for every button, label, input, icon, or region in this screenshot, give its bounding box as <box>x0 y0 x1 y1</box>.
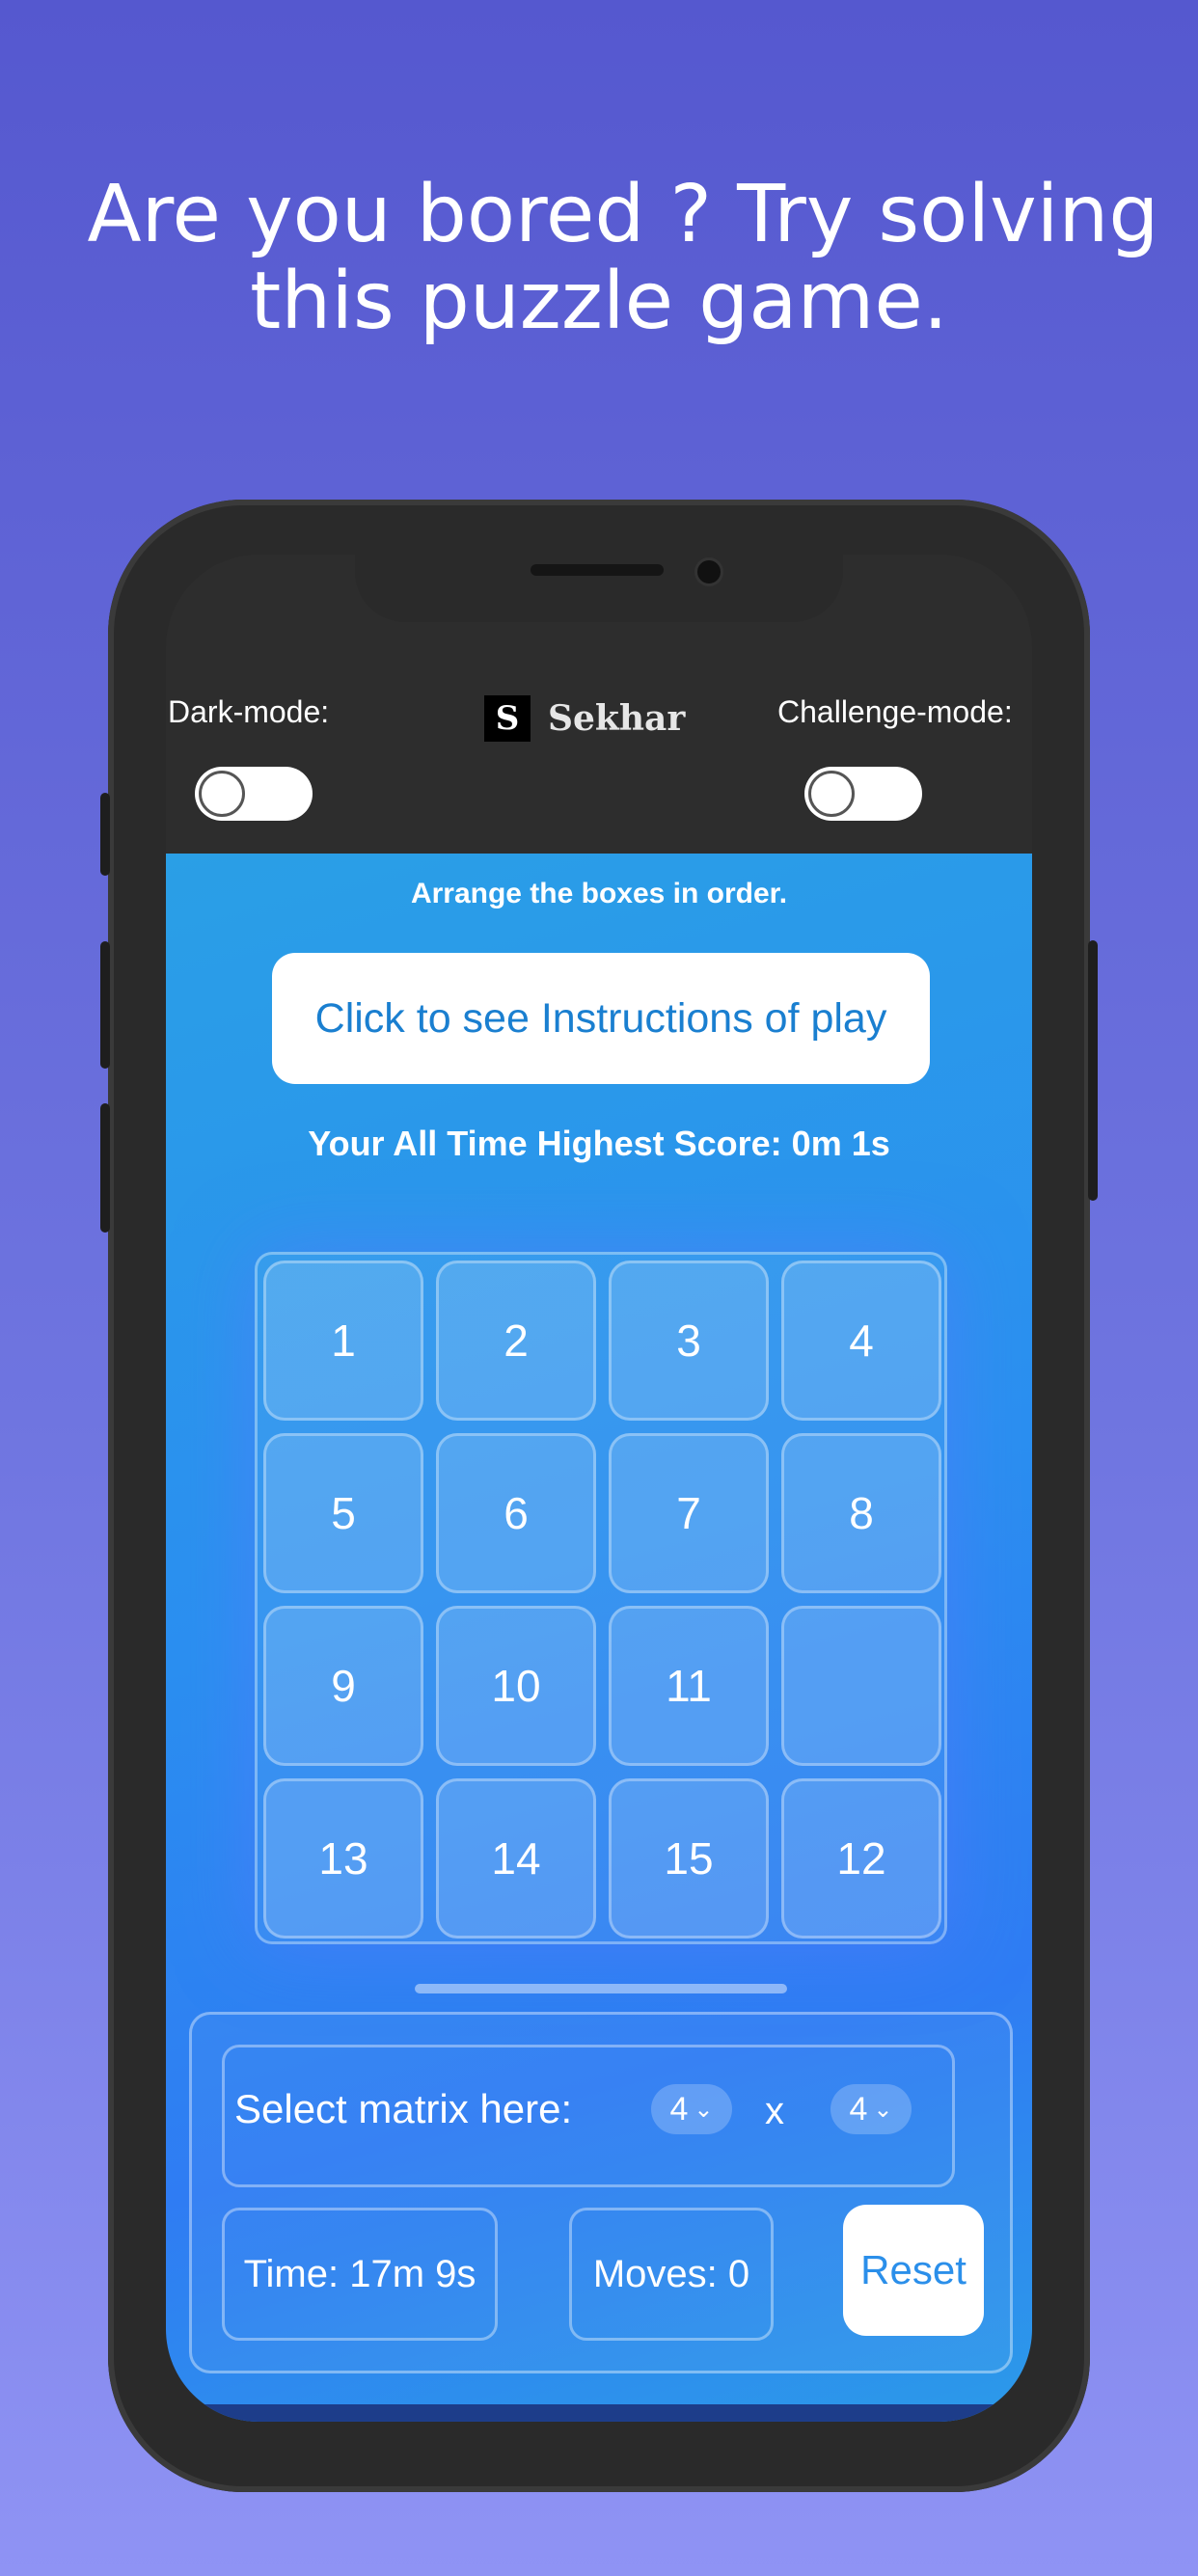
phone-speaker <box>531 564 664 576</box>
chevron-down-icon: ⌄ <box>873 2096 893 2123</box>
toggle-knob <box>808 771 855 817</box>
app-logo: S Sekhar <box>484 694 685 743</box>
select-matrix-label: Select matrix here: <box>234 2086 573 2131</box>
puzzle-tile[interactable]: 2 <box>436 1261 596 1421</box>
rows-select[interactable]: 4 ⌄ <box>651 2084 732 2134</box>
timer-display: Time: 17m 9s <box>222 2208 498 2341</box>
dark-mode-toggle[interactable] <box>195 767 313 821</box>
phone-side-button <box>100 793 110 876</box>
puzzle-tile[interactable]: 4 <box>781 1261 941 1421</box>
moves-display: Moves: 0 <box>569 2208 774 2341</box>
headline-line-1: Are you bored ? Try solving <box>87 169 1159 260</box>
puzzle-tile[interactable]: 3 <box>609 1261 769 1421</box>
phone-screen: Dark-mode: S Sekhar Challenge-mode: Arra… <box>166 555 1032 2422</box>
highest-score: Your All Time Highest Score: 0m 1s <box>308 1124 890 1163</box>
challenge-mode-toggle[interactable] <box>804 767 922 821</box>
headline-line-2: this puzzle game. <box>250 256 948 347</box>
logo-name: Sekhar <box>548 698 686 739</box>
cols-select[interactable]: 4 ⌄ <box>830 2084 912 2134</box>
instructions-button[interactable]: Click to see Instructions of play <box>272 953 930 1084</box>
promo-headline: Are you bored ? Try solving this puzzle … <box>0 172 1198 345</box>
puzzle-tile[interactable]: 12 <box>781 1778 941 1939</box>
puzzle-tile[interactable]: 15 <box>609 1778 769 1939</box>
rows-select-value: 4 <box>669 2090 689 2128</box>
puzzle-board: 1 2 3 4 5 6 7 8 9 10 11 13 14 15 12 <box>255 1252 947 1944</box>
bottom-strip <box>166 2404 1032 2422</box>
puzzle-tile[interactable]: 6 <box>436 1433 596 1593</box>
game-area: Arrange the boxes in order. Click to see… <box>166 854 1032 2422</box>
reset-button[interactable]: Reset <box>843 2205 984 2336</box>
puzzle-tile[interactable]: 5 <box>263 1433 423 1593</box>
logo-mark: S <box>484 695 531 742</box>
phone-camera <box>694 557 723 586</box>
arrange-instruction: Arrange the boxes in order. <box>410 878 788 909</box>
cols-select-value: 4 <box>849 2090 868 2128</box>
matrix-selector: Select matrix here: 4 ⌄ x 4 ⌄ <box>222 2045 955 2187</box>
phone-volume-down-button <box>100 1103 110 1233</box>
puzzle-tile[interactable]: 11 <box>609 1606 769 1766</box>
empty-tile[interactable] <box>781 1606 941 1766</box>
puzzle-tile[interactable]: 10 <box>436 1606 596 1766</box>
divider <box>415 1984 787 1993</box>
chevron-down-icon: ⌄ <box>694 2096 714 2123</box>
challenge-mode-label: Challenge-mode: <box>777 694 1013 729</box>
times-symbol: x <box>765 2090 784 2132</box>
toggle-knob <box>199 771 245 817</box>
puzzle-tile[interactable]: 1 <box>263 1261 423 1421</box>
phone-volume-up-button <box>100 941 110 1069</box>
puzzle-tile[interactable]: 7 <box>609 1433 769 1593</box>
puzzle-tile[interactable]: 8 <box>781 1433 941 1593</box>
dark-mode-label: Dark-mode: <box>168 694 330 729</box>
puzzle-tile[interactable]: 14 <box>436 1778 596 1939</box>
puzzle-tile[interactable]: 13 <box>263 1778 423 1939</box>
puzzle-tile[interactable]: 9 <box>263 1606 423 1766</box>
phone-power-button <box>1088 940 1098 1201</box>
